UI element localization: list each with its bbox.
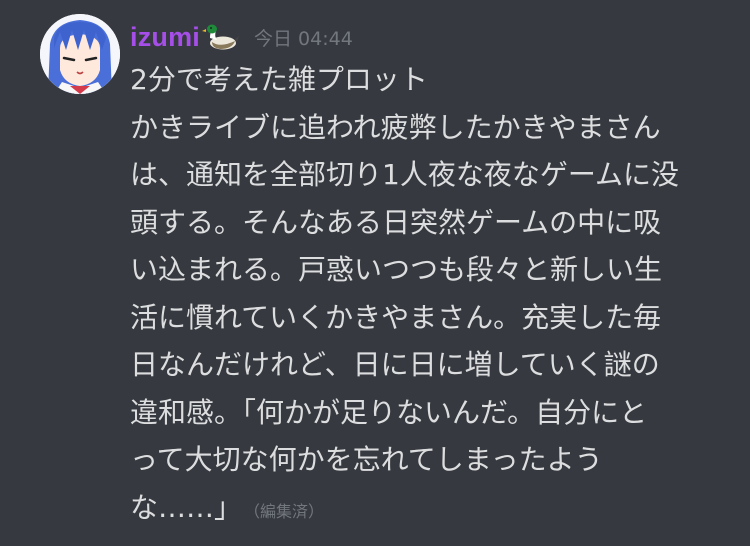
message-line: 違和感。「何かが足りないんだ。自分にと [130,395,648,429]
message-line: って大切な何かを忘れてしまったよう [130,443,603,476]
message-line: い込まれる。戸惑いつつも段々と新しい生 [130,253,663,286]
timestamp: 今日 04:44 [254,27,353,50]
message-line: 日なんだけれど、日に日に増していく謎の [130,348,660,381]
avatar[interactable] [40,14,120,94]
message-title-line: 2分で考えた雑プロット [130,63,428,96]
message-header: izumi 今日 04:44 [130,20,353,54]
message-line: 頭する。そんなある日突然ゲームの中に吸 [130,205,662,239]
chat-message: izumi 今日 04:44 2分で考えた雑プロット かきライブに追われ疲弊した [0,0,750,546]
username[interactable]: izumi [130,22,200,53]
message-line-text: な……」 [130,490,243,524]
edited-label: （編集済） [252,501,325,521]
message-line: かきライブに追われ疲弊したかきやまさん [130,110,661,144]
duck-icon [202,22,240,52]
message-last-line: な……」 （編集済） [130,484,730,532]
message-line: は、通知を全部切り1人夜な夜なゲームに没 [130,158,679,191]
message-line: 活に慣れていくかきやまさん。充実した毎 [130,300,662,334]
message-content: 2分で考えた雑プロット かきライブに追われ疲弊したかきやまさん は、通知を全部切… [130,56,730,531]
